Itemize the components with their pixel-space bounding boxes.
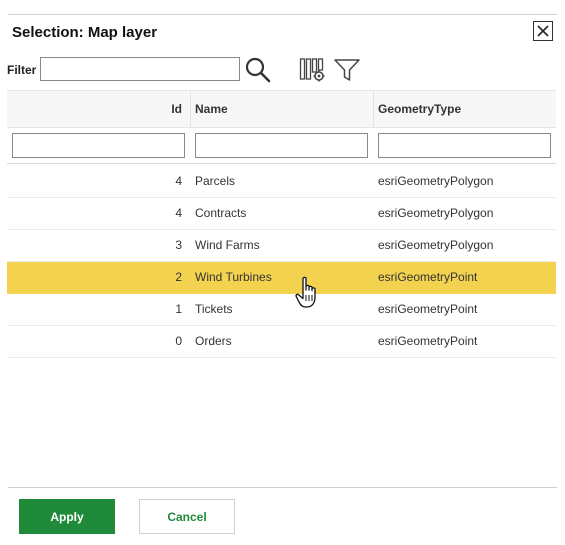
search-icon [245, 57, 271, 83]
cell-geometry-type: esriGeometryPolygon [378, 174, 494, 188]
top-divider [8, 14, 557, 15]
cell-geometry-type: esriGeometryPoint [378, 270, 478, 284]
column-divider [373, 91, 374, 128]
search-button[interactable] [244, 56, 272, 84]
table-row[interactable]: 1 Tickets esriGeometryPoint [7, 294, 556, 326]
footer-divider [8, 487, 557, 488]
column-settings-icon [299, 58, 325, 82]
column-header-geometry-type[interactable]: GeometryType [378, 91, 461, 128]
cell-name: Wind Farms [195, 238, 260, 252]
filter-label: Filter [7, 63, 37, 77]
cell-name: Orders [195, 334, 232, 348]
apply-button[interactable]: Apply [19, 499, 115, 534]
cell-geometry-type: esriGeometryPolygon [378, 238, 494, 252]
close-button[interactable] [533, 21, 553, 41]
cell-geometry-type: esriGeometryPoint [378, 302, 478, 316]
cell-name: Parcels [195, 174, 236, 188]
column-header-id[interactable]: Id [7, 91, 182, 128]
column-filter-row [7, 128, 556, 164]
filter-options-button[interactable] [333, 56, 361, 84]
dialog-title: Selection: Map layer [12, 24, 158, 41]
cell-id: 1 [175, 302, 182, 316]
name-filter-input[interactable] [195, 133, 368, 158]
cell-name: Wind Turbines [195, 270, 272, 284]
column-settings-button[interactable] [299, 56, 327, 84]
cell-id: 3 [175, 238, 182, 252]
table-row-selected[interactable]: 2 Wind Turbines esriGeometryPoint [7, 262, 556, 294]
id-filter-input[interactable] [12, 133, 185, 158]
selection-dialog: Selection: Map layer Filter Id Name Geom… [0, 0, 565, 545]
close-icon [537, 25, 549, 37]
table-row[interactable]: 4 Parcels esriGeometryPolygon [7, 166, 556, 198]
cell-geometry-type: esriGeometryPoint [378, 334, 478, 348]
table-row[interactable]: 3 Wind Farms esriGeometryPolygon [7, 230, 556, 262]
cell-id: 2 [175, 270, 182, 284]
cell-id: 4 [175, 174, 182, 188]
cell-name: Tickets [195, 302, 233, 316]
column-divider [190, 91, 191, 128]
funnel-icon [334, 59, 360, 81]
cell-id: 4 [175, 206, 182, 220]
cell-geometry-type: esriGeometryPolygon [378, 206, 494, 220]
filter-input[interactable] [40, 57, 240, 81]
table-row[interactable]: 4 Contracts esriGeometryPolygon [7, 198, 556, 230]
geometry-type-filter-input[interactable] [378, 133, 551, 158]
grid-header-row: Id Name GeometryType [7, 90, 556, 128]
cell-id: 0 [175, 334, 182, 348]
cell-name: Contracts [195, 206, 247, 220]
cancel-button[interactable]: Cancel [139, 499, 235, 534]
table-row[interactable]: 0 Orders esriGeometryPoint [7, 326, 556, 358]
column-header-name[interactable]: Name [195, 91, 228, 128]
